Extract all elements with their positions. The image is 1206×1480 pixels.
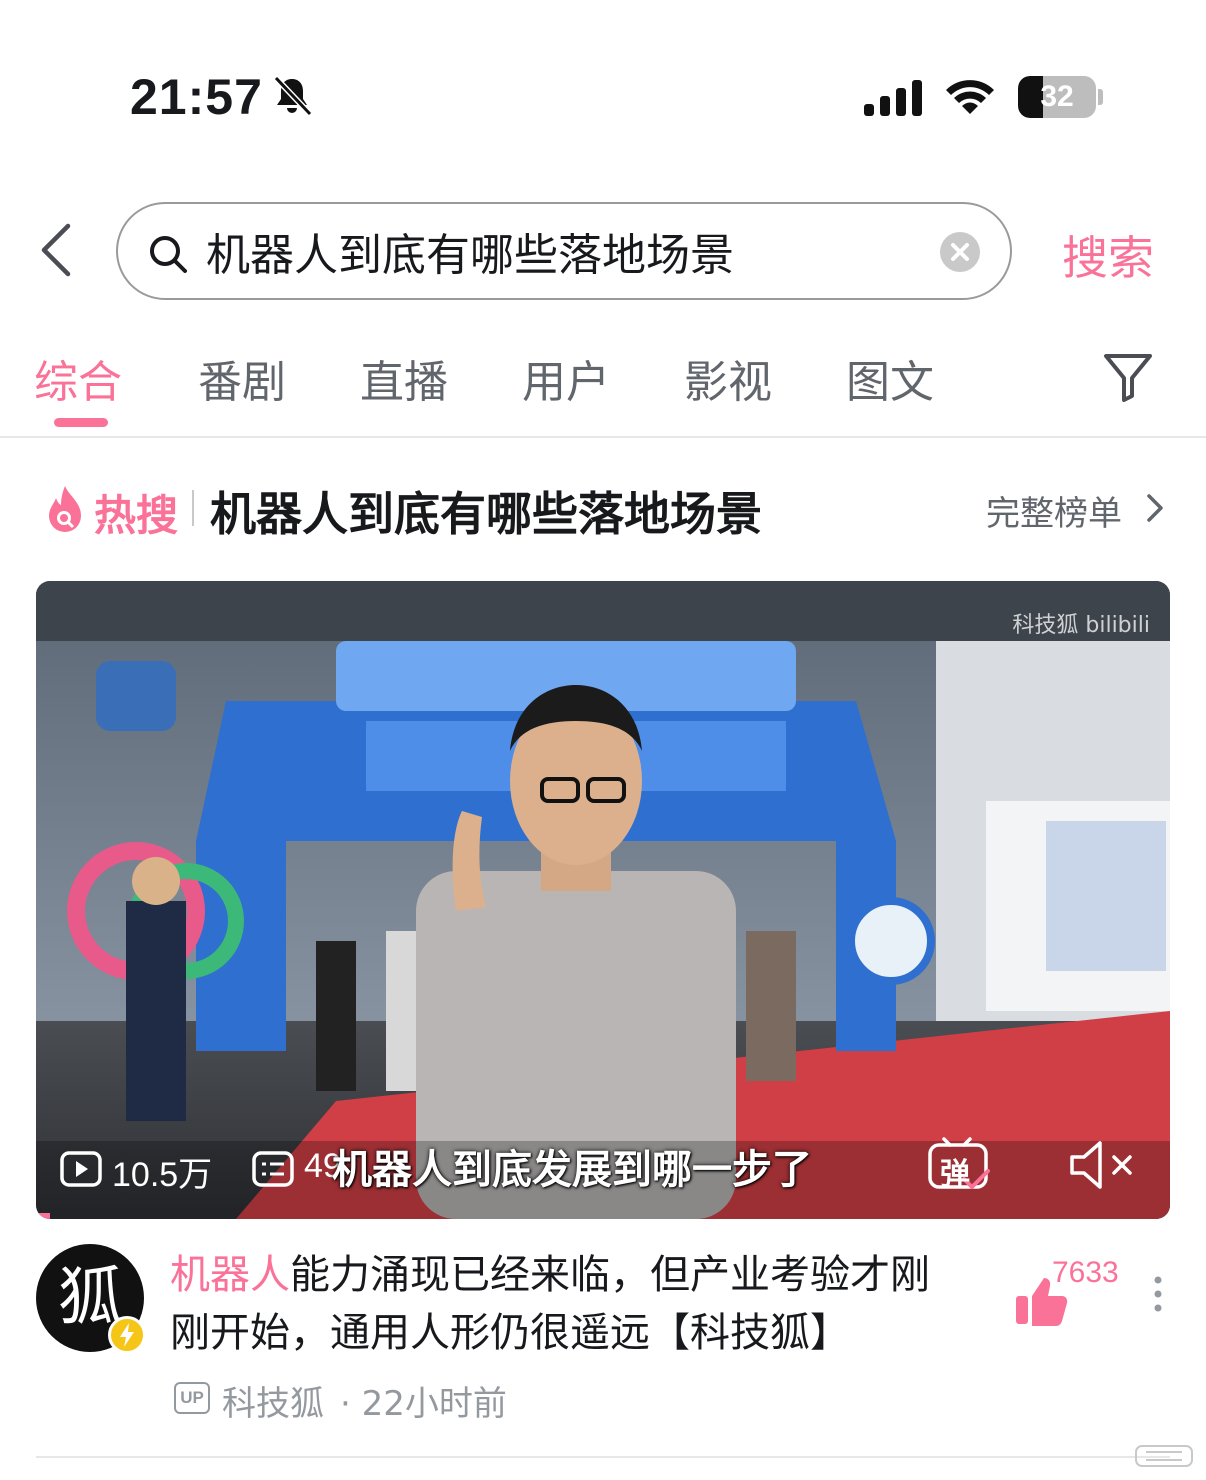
filter-icon[interactable] (1102, 352, 1154, 402)
lightning-badge-icon (108, 1316, 146, 1354)
search-icon (150, 236, 187, 273)
signal-icon (864, 80, 922, 116)
tab-articles[interactable]: 图文 (846, 346, 934, 410)
search-box[interactable] (116, 202, 1012, 300)
danmu-toggle-label: 弹 (940, 1157, 970, 1192)
video-thumbnail[interactable]: 科技狐 bilibili 10.5万 49 机器人到底发展到哪一步了 弹 (36, 581, 1170, 1219)
wifi-icon (946, 80, 994, 114)
status-bar: 21:57 32 (0, 0, 1206, 190)
tab-film[interactable]: 影视 (684, 346, 772, 410)
tab-bangumi[interactable]: 番剧 (198, 346, 286, 410)
like-count: 7633 (1052, 1256, 1119, 1289)
chevron-right-icon[interactable] (1144, 492, 1166, 524)
video-progress-bar (36, 1213, 50, 1219)
tab-all[interactable]: 综合 (34, 346, 122, 410)
hot-search-title[interactable]: 机器人到底有哪些落地场景 (210, 478, 762, 544)
view-count: 10.5万 (112, 1156, 213, 1194)
danmu-toggle-button[interactable]: 弹 (926, 1135, 992, 1193)
tab-users[interactable]: 用户 (522, 346, 610, 410)
category-tabs: 综合 番剧 直播 用户 影视 图文 (0, 346, 1206, 436)
back-button[interactable] (30, 218, 86, 282)
active-tab-indicator (54, 418, 108, 427)
list-divider (36, 1456, 1170, 1458)
bell-slash-icon (273, 75, 313, 117)
scroll-indicator-icon (1135, 1445, 1193, 1467)
danmu-count-icon (252, 1151, 294, 1187)
search-submit-button[interactable]: 搜索 (1062, 222, 1154, 288)
video-subtitle: 机器人到底发展到哪一步了 (332, 1147, 812, 1193)
author-name[interactable]: 科技狐 (222, 1376, 324, 1425)
status-time: 21:57 (130, 69, 263, 125)
mute-icon[interactable] (1066, 1139, 1138, 1191)
hot-divider (192, 490, 194, 526)
flame-search-icon (49, 486, 81, 532)
publish-time: · 22小时前 (340, 1376, 507, 1425)
video-title-highlight: 机器人 (170, 1252, 290, 1298)
full-list-link[interactable]: 完整榜单 (986, 486, 1122, 535)
play-count-icon (60, 1151, 102, 1187)
time-ago-text: 22小时前 (361, 1384, 507, 1424)
clear-search-button[interactable] (940, 232, 980, 272)
time-separator: · (340, 1384, 351, 1424)
more-options-icon[interactable] (1148, 1274, 1168, 1314)
hot-search-badge: 热搜 (94, 491, 179, 540)
up-badge: UP (174, 1382, 210, 1414)
video-title[interactable]: 机器人能力涌现已经来临，但产业考验才刚刚开始，通用人形仍很遥远【科技狐】 (170, 1246, 950, 1362)
battery-icon: 32 (1018, 76, 1103, 118)
search-input[interactable] (206, 218, 926, 284)
tabs-divider (0, 436, 1206, 438)
battery-level: 32 (1040, 80, 1074, 113)
close-icon (951, 243, 969, 261)
tab-live[interactable]: 直播 (360, 346, 448, 410)
